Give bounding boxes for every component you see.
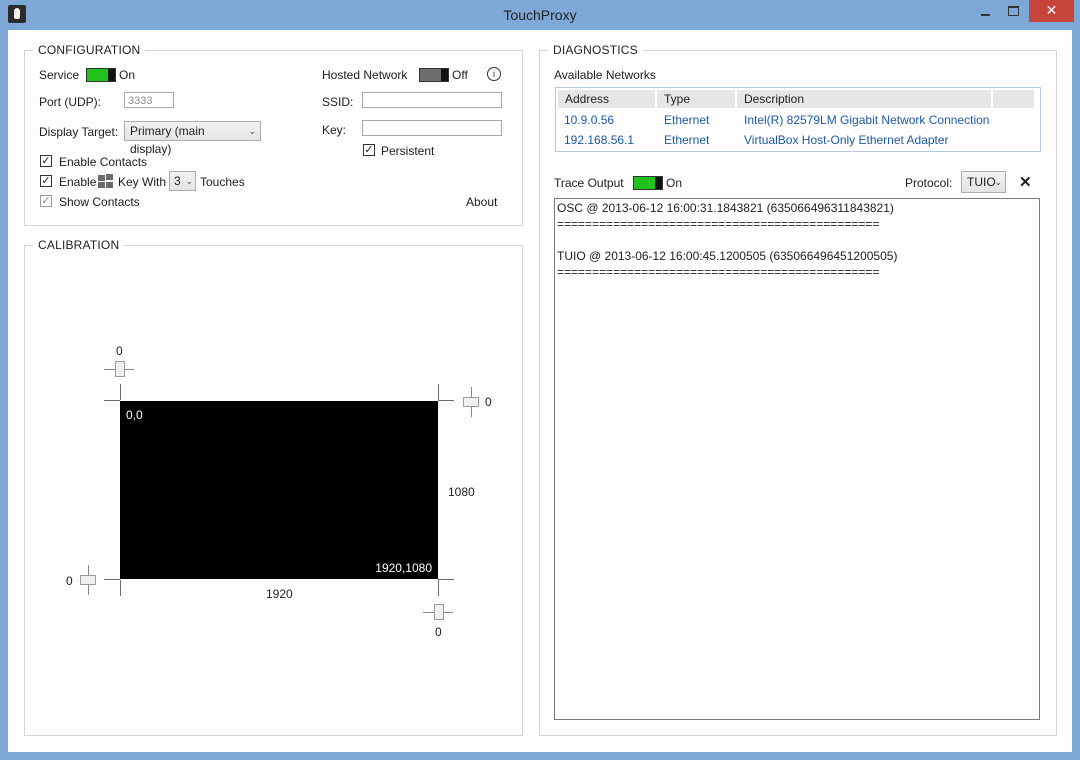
configuration-panel: CONFIGURATION Service On Port (UDP): 333…: [24, 43, 523, 226]
right-offset-slider[interactable]: [463, 397, 479, 407]
key-label: Key:: [322, 123, 347, 137]
top-left-guide-v: [120, 384, 121, 400]
bottom-left-guide-h: [104, 579, 120, 580]
network-address: 192.168.56.1: [564, 133, 635, 147]
chevron-down-icon: ⌄: [185, 176, 193, 186]
maximize-button[interactable]: [1000, 0, 1027, 22]
diagnostics-title: DIAGNOSTICS: [548, 43, 643, 57]
enable-contacts-label: Enable Contacts: [59, 155, 148, 169]
extent-label: 1920,1080: [375, 561, 432, 575]
calibration-title: CALIBRATION: [33, 238, 125, 252]
network-type: Ethernet: [664, 113, 710, 127]
network-description: Intel(R) 82579LM Gigabit Network Connect…: [744, 113, 990, 127]
bottom-right-guide-v: [438, 580, 439, 596]
top-offset-value: 0: [116, 344, 123, 358]
configuration-title: CONFIGURATION: [33, 43, 146, 57]
persistent-label: Persistent: [381, 144, 435, 158]
top-right-guide-v: [438, 384, 439, 400]
top-right-guide-h: [438, 400, 454, 401]
windows-logo-icon: [98, 174, 114, 188]
column-header-address[interactable]: Address: [558, 90, 655, 108]
network-type: Ethernet: [664, 133, 710, 147]
show-contacts-label: Show Contacts: [59, 195, 140, 209]
trace-line: ========================================…: [557, 217, 880, 231]
info-icon[interactable]: i: [487, 67, 501, 81]
chevron-down-icon: ⌄: [248, 126, 256, 136]
trace-output-toggle-fill: [634, 177, 655, 189]
port-input[interactable]: 3333: [124, 92, 174, 108]
touches-count-select[interactable]: 3 ⌄: [169, 171, 196, 191]
right-offset-value: 0: [485, 395, 492, 409]
touches-count-value: 3: [174, 174, 181, 188]
display-target-value: Primary (main display): [130, 124, 205, 156]
service-label: Service: [39, 68, 80, 82]
protocol-value: TUIO: [967, 175, 996, 189]
service-toggle[interactable]: [86, 68, 116, 82]
hosted-network-toggle[interactable]: [419, 68, 449, 82]
width-label: 1920: [266, 587, 293, 601]
available-networks-label: Available Networks: [554, 68, 656, 82]
column-header-description[interactable]: Description: [737, 90, 991, 108]
column-header-blank: [993, 90, 1034, 108]
persistent-checkbox[interactable]: [363, 144, 375, 156]
chevron-down-icon: ⌄: [994, 177, 1002, 187]
enable-windows-key-checkbox[interactable]: [40, 175, 52, 187]
column-header-type[interactable]: Type: [657, 90, 735, 108]
protocol-select[interactable]: TUIO ⌄: [961, 171, 1006, 193]
bottom-left-guide-v: [120, 580, 121, 596]
display-target-label: Display Target:: [39, 125, 119, 139]
service-toggle-fill: [87, 69, 108, 81]
networks-table: Address Type Description 10.9.0.56 Ether…: [555, 87, 1041, 152]
main-content: CONFIGURATION Service On Port (UDP): 333…: [8, 30, 1072, 752]
left-offset-value: 0: [66, 574, 73, 588]
trace-line: TUIO @ 2013-06-12 16:00:45.1200505 (6350…: [557, 249, 898, 263]
origin-label: 0,0: [126, 408, 143, 422]
about-link[interactable]: About: [466, 195, 497, 209]
minimize-icon: [981, 14, 990, 16]
trace-output-label: Trace Output: [554, 176, 624, 190]
bottom-right-guide-h: [438, 579, 454, 580]
trace-output-toggle-knob: [655, 177, 662, 189]
calibration-screen-preview: 0,0 1920,1080: [120, 401, 438, 579]
top-left-guide-h: [104, 400, 120, 401]
key-with-label: Key With: [118, 175, 167, 189]
port-label: Port (UDP):: [39, 95, 102, 109]
top-offset-slider[interactable]: [115, 361, 125, 377]
title-bar[interactable]: TouchProxy ✕: [0, 0, 1080, 30]
key-input[interactable]: [362, 120, 502, 136]
close-button[interactable]: ✕: [1029, 0, 1074, 22]
enable-label: Enable: [59, 175, 97, 189]
hosted-network-state: Off: [452, 68, 468, 82]
enable-contacts-checkbox[interactable]: [40, 155, 52, 167]
bottom-offset-value: 0: [435, 625, 442, 639]
protocol-label: Protocol:: [905, 176, 953, 190]
trace-output-state: On: [666, 176, 683, 190]
trace-line: ========================================…: [557, 265, 880, 279]
minimize-button[interactable]: [972, 0, 999, 22]
display-target-select[interactable]: Primary (main display) ⌄: [124, 121, 261, 156]
ssid-label: SSID:: [322, 95, 354, 109]
touches-label: Touches: [200, 175, 245, 189]
trace-output-toggle[interactable]: [633, 176, 663, 190]
hosted-network-toggle-knob: [441, 69, 448, 81]
left-offset-slider[interactable]: [80, 575, 96, 585]
maximize-icon: [1008, 6, 1019, 16]
network-description: VirtualBox Host-Only Ethernet Adapter: [744, 133, 949, 147]
service-state: On: [119, 68, 136, 82]
window-title: TouchProxy: [503, 7, 577, 23]
bottom-offset-slider[interactable]: [434, 604, 444, 620]
ssid-input[interactable]: [362, 92, 502, 108]
trace-output-log[interactable]: OSC @ 2013-06-12 16:00:31.1843821 (63506…: [554, 198, 1040, 720]
hosted-network-label: Hosted Network: [322, 68, 408, 82]
clear-trace-button[interactable]: ✕: [1019, 173, 1032, 191]
service-toggle-knob: [108, 69, 115, 81]
height-label: 1080: [448, 485, 475, 499]
app-window: TouchProxy ✕ CONFIGURATION Service On Po…: [0, 0, 1080, 760]
hosted-network-toggle-fill: [420, 69, 441, 81]
show-contacts-checkbox[interactable]: [40, 195, 52, 207]
trace-line: OSC @ 2013-06-12 16:00:31.1843821 (63506…: [557, 201, 894, 215]
network-address: 10.9.0.56: [564, 113, 615, 127]
